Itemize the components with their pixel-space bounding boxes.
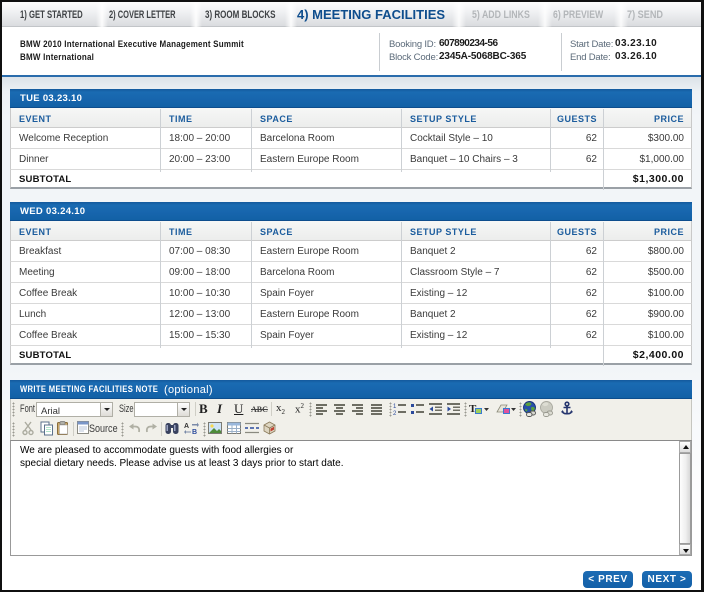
svg-text:A: A — [184, 423, 189, 430]
svg-text:2: 2 — [393, 411, 397, 416]
svg-text:B: B — [192, 429, 197, 436]
svg-text:1: 1 — [393, 404, 397, 410]
